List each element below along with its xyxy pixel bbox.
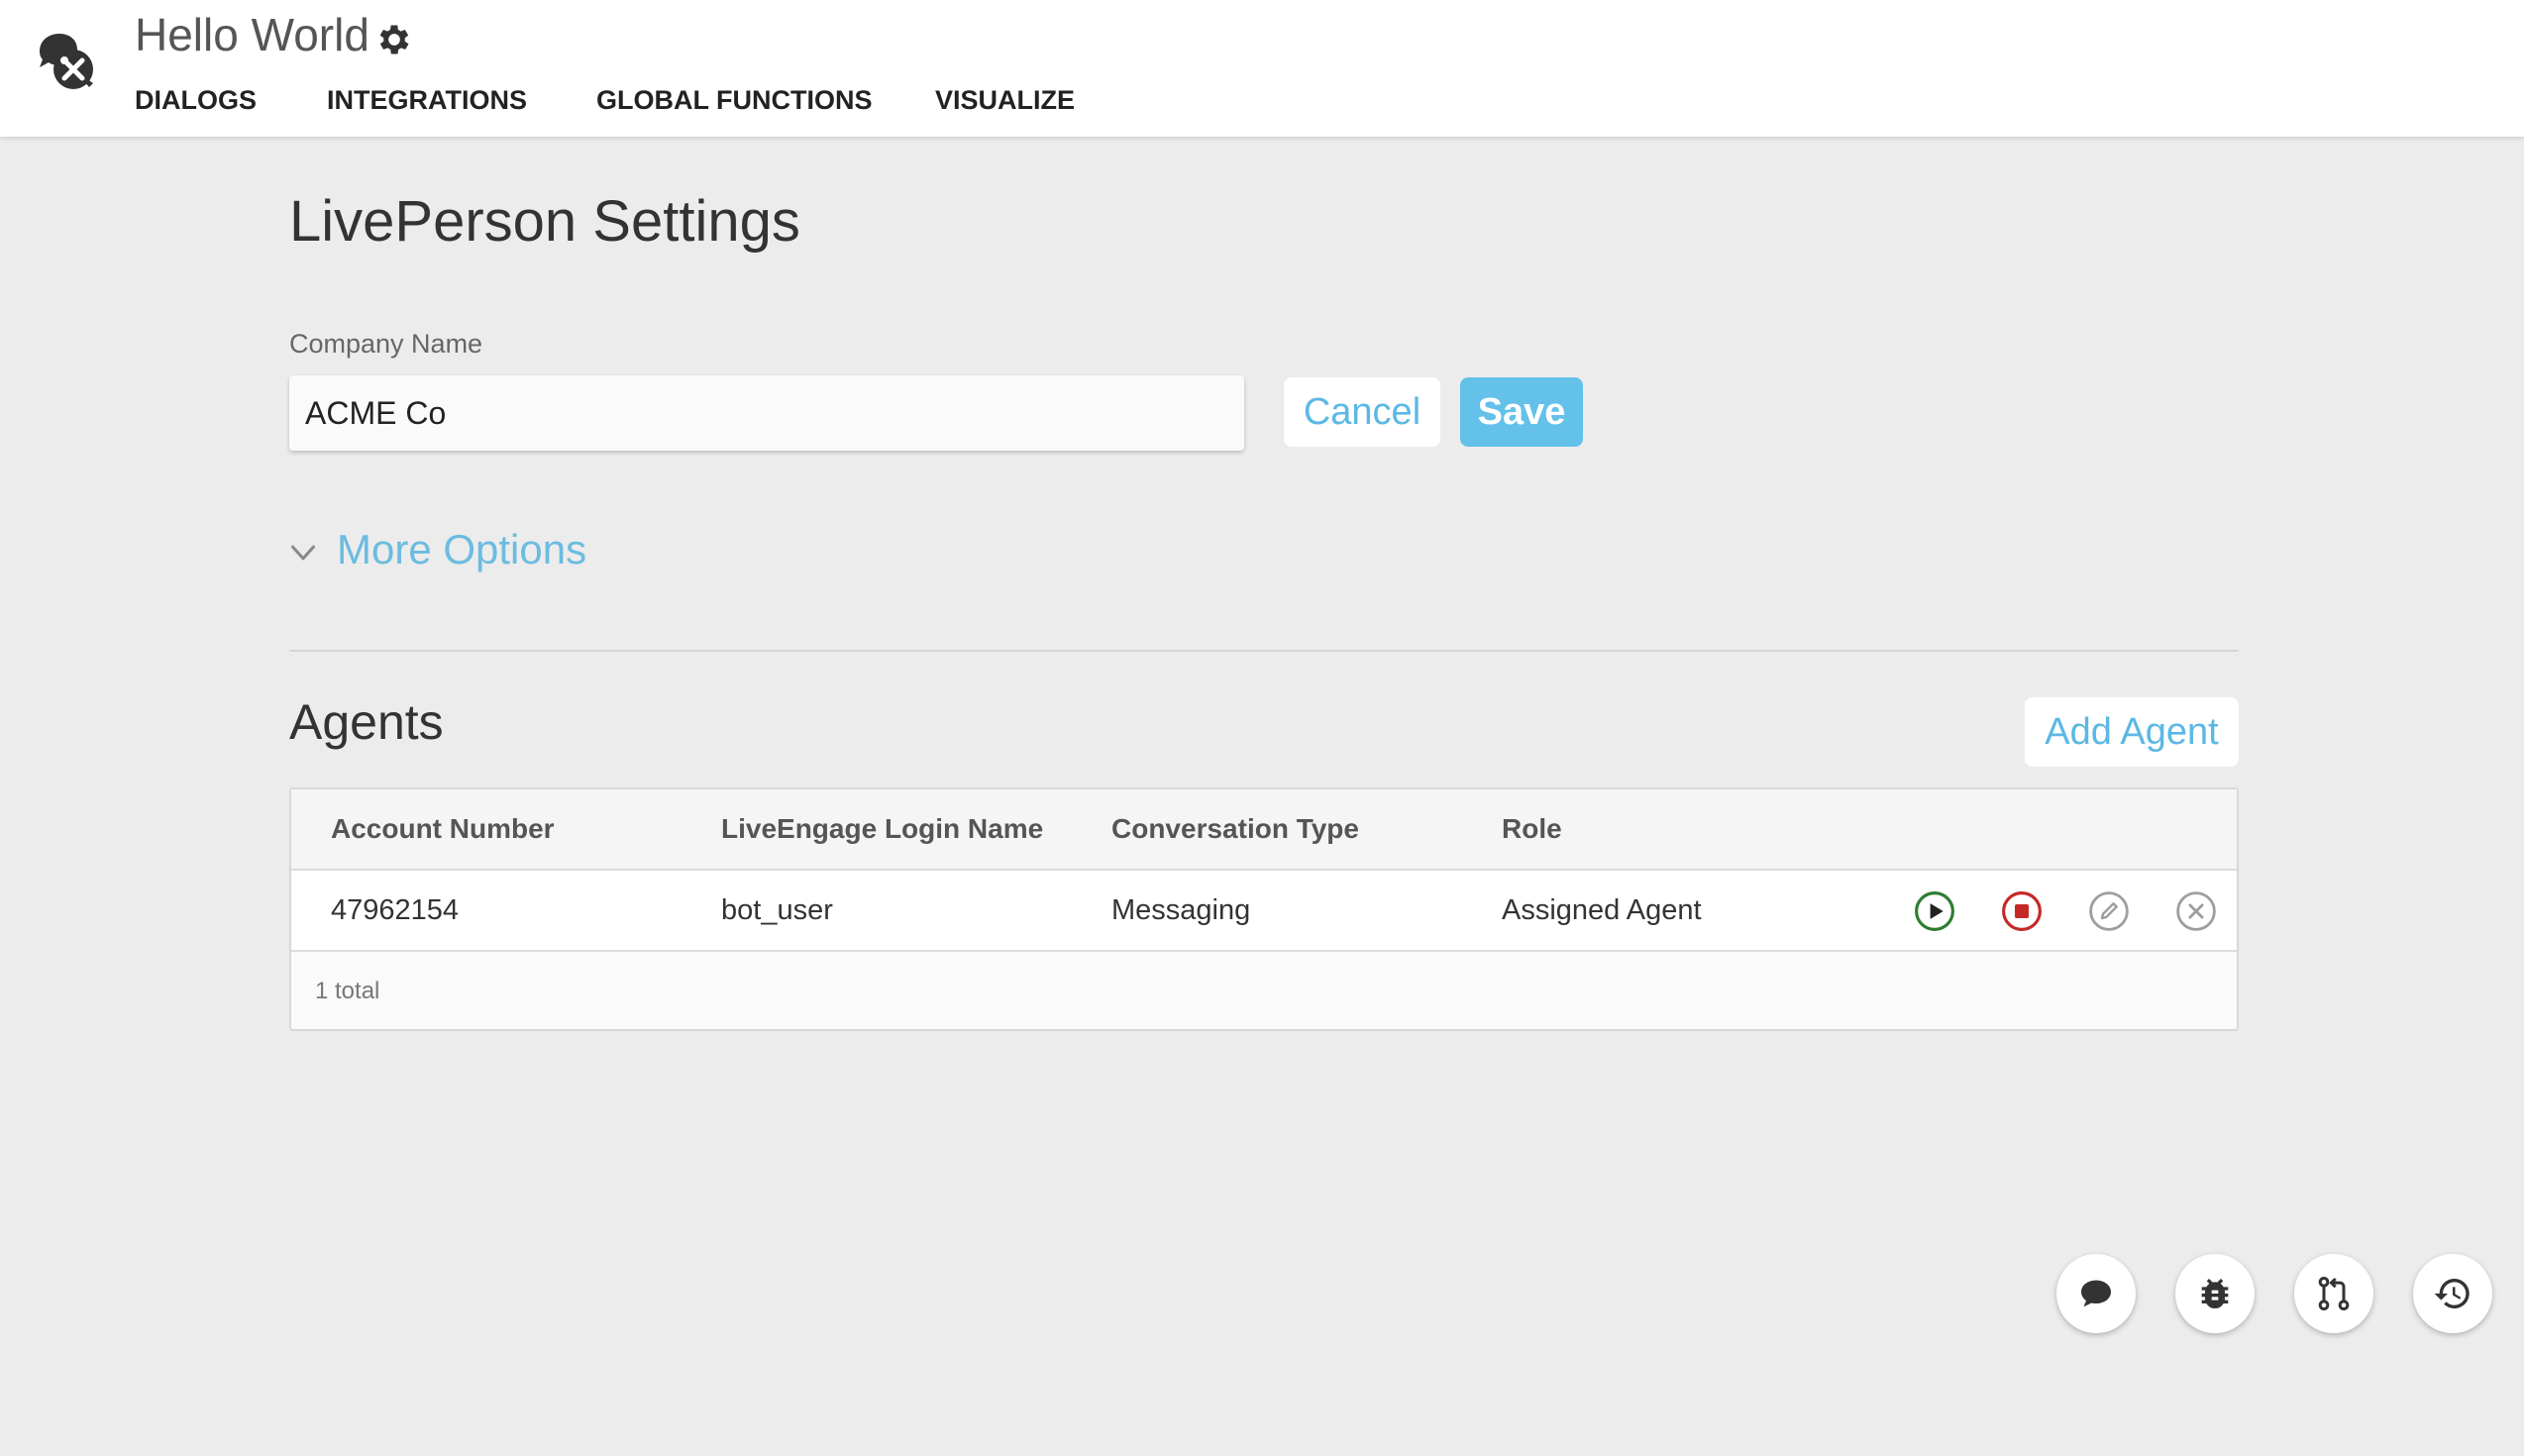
gear-icon[interactable]: [374, 20, 414, 59]
play-icon[interactable]: [1914, 890, 1955, 932]
table-row: 47962154 bot_user Messaging Assigned Age…: [291, 871, 2237, 952]
cancel-button[interactable]: Cancel: [1284, 377, 1440, 447]
bug-icon: [2201, 1279, 2229, 1308]
company-name-label: Company Name: [289, 329, 483, 359]
agents-title: Agents: [289, 694, 444, 750]
column-header-account-number[interactable]: Account Number: [331, 813, 555, 845]
section-divider: [289, 650, 2239, 652]
chat-icon: [2081, 1280, 2111, 1307]
save-button[interactable]: Save: [1460, 377, 1583, 447]
pull-request-icon: [2318, 1277, 2350, 1311]
column-header-conversation-type[interactable]: Conversation Type: [1111, 813, 1359, 845]
add-agent-button[interactable]: Add Agent: [2025, 697, 2239, 767]
app-header: Hello World DIALOGS INTEGRATIONS GLOBAL …: [0, 0, 2524, 137]
chevron-down-icon: [290, 545, 316, 561]
chat-button[interactable]: [2056, 1254, 2136, 1333]
edit-icon[interactable]: [2088, 890, 2130, 932]
table-header: Account Number LiveEngage Login Name Con…: [291, 789, 2237, 871]
cell-login-name: bot_user: [721, 894, 833, 926]
pull-request-button[interactable]: [2294, 1254, 2373, 1333]
column-header-login-name[interactable]: LiveEngage Login Name: [721, 813, 1043, 845]
history-icon: [2434, 1278, 2470, 1308]
table-footer-total: 1 total: [315, 978, 380, 1004]
cell-conversation-type: Messaging: [1111, 894, 1251, 926]
chat-tools-icon[interactable]: [34, 30, 97, 93]
delete-icon[interactable]: [2175, 890, 2217, 932]
column-header-role[interactable]: Role: [1502, 813, 1562, 845]
nav-global-functions[interactable]: GLOBAL FUNCTIONS: [596, 85, 873, 116]
company-name-input[interactable]: [289, 375, 1244, 451]
nav-integrations[interactable]: INTEGRATIONS: [327, 85, 527, 116]
history-button[interactable]: [2413, 1254, 2492, 1333]
debug-button[interactable]: [2175, 1254, 2255, 1333]
nav-dialogs[interactable]: DIALOGS: [135, 85, 257, 116]
page-title: LivePerson Settings: [289, 189, 800, 254]
more-options-label: More Options: [337, 526, 587, 572]
cell-account-number: 47962154: [331, 894, 460, 926]
cell-role: Assigned Agent: [1502, 894, 1702, 926]
nav-visualize[interactable]: VISUALIZE: [935, 85, 1075, 116]
agents-table: Account Number LiveEngage Login Name Con…: [289, 787, 2239, 1031]
stop-icon[interactable]: [2001, 890, 2043, 932]
app-title: Hello World: [135, 9, 369, 60]
